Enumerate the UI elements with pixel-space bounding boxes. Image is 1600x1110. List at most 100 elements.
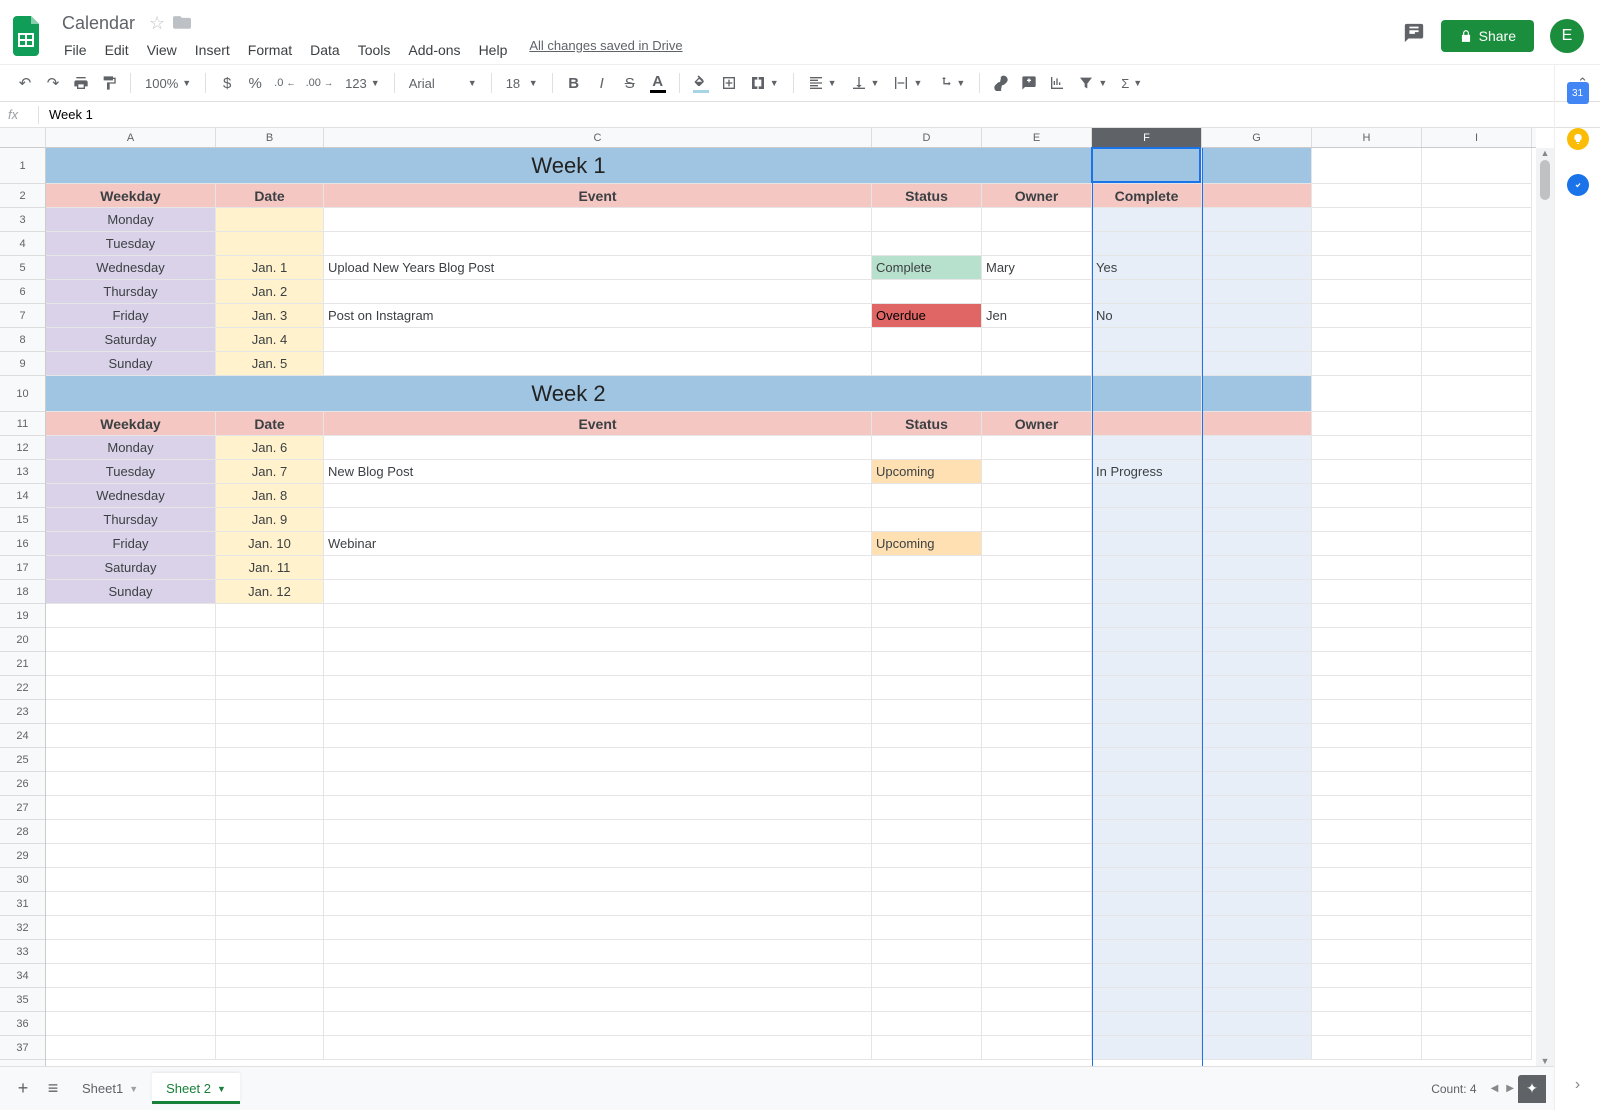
cell[interactable]: Friday xyxy=(46,304,216,328)
row-header[interactable]: 9 xyxy=(0,352,45,376)
cell[interactable] xyxy=(324,892,872,916)
cell[interactable] xyxy=(46,772,216,796)
cell[interactable] xyxy=(982,724,1092,748)
menu-help[interactable]: Help xyxy=(471,38,516,62)
cell[interactable] xyxy=(982,484,1092,508)
more-formats-dropdown[interactable]: 123 ▼ xyxy=(339,76,386,91)
cell[interactable] xyxy=(1202,676,1312,700)
cell[interactable] xyxy=(872,892,982,916)
row-header[interactable]: 26 xyxy=(0,772,45,796)
italic-button[interactable]: I xyxy=(589,70,615,96)
cell[interactable] xyxy=(982,748,1092,772)
cell[interactable] xyxy=(46,844,216,868)
cell[interactable]: Jen xyxy=(982,304,1092,328)
cell[interactable] xyxy=(1202,820,1312,844)
cell[interactable] xyxy=(1422,376,1532,412)
cell[interactable] xyxy=(1312,208,1422,232)
cell[interactable] xyxy=(982,280,1092,304)
cell[interactable] xyxy=(1312,184,1422,208)
cell[interactable]: Jan. 11 xyxy=(216,556,324,580)
cell[interactable] xyxy=(1422,328,1532,352)
cell[interactable] xyxy=(982,532,1092,556)
row-header[interactable]: 8 xyxy=(0,328,45,352)
cell[interactable] xyxy=(982,652,1092,676)
font-family-dropdown[interactable]: Arial ▼ xyxy=(403,76,483,91)
cell[interactable] xyxy=(324,940,872,964)
cell[interactable]: Event xyxy=(324,184,872,208)
cell[interactable] xyxy=(982,868,1092,892)
cell[interactable] xyxy=(324,676,872,700)
cell[interactable] xyxy=(872,988,982,1012)
text-color-button[interactable]: A xyxy=(645,70,671,96)
insert-chart-button[interactable] xyxy=(1044,70,1070,96)
cell[interactable] xyxy=(1312,652,1422,676)
row-header[interactable]: 35 xyxy=(0,988,45,1012)
cell[interactable] xyxy=(982,436,1092,460)
cell[interactable] xyxy=(1312,532,1422,556)
cell[interactable] xyxy=(1312,280,1422,304)
cell[interactable] xyxy=(46,820,216,844)
cell[interactable] xyxy=(46,1036,216,1060)
cell[interactable] xyxy=(46,868,216,892)
cell[interactable] xyxy=(982,352,1092,376)
cell[interactable] xyxy=(324,580,872,604)
cell[interactable] xyxy=(1422,460,1532,484)
cell[interactable] xyxy=(1312,328,1422,352)
cell[interactable] xyxy=(1202,1036,1312,1060)
cell[interactable] xyxy=(1092,484,1202,508)
cell[interactable] xyxy=(1092,844,1202,868)
cell[interactable] xyxy=(46,628,216,652)
row-header[interactable]: 7 xyxy=(0,304,45,328)
cell[interactable] xyxy=(1092,280,1202,304)
cell[interactable] xyxy=(1092,352,1202,376)
cell[interactable] xyxy=(1202,556,1312,580)
cell[interactable] xyxy=(216,208,324,232)
cell[interactable] xyxy=(1202,352,1312,376)
cell[interactable] xyxy=(216,748,324,772)
cell[interactable] xyxy=(1422,940,1532,964)
cell[interactable]: In Progress xyxy=(1092,460,1202,484)
cell[interactable] xyxy=(1202,748,1312,772)
menu-addons[interactable]: Add-ons xyxy=(400,38,468,62)
cell[interactable] xyxy=(1312,748,1422,772)
cell[interactable] xyxy=(1202,1012,1312,1036)
cell[interactable] xyxy=(1092,376,1202,412)
cell[interactable] xyxy=(1202,916,1312,940)
cell[interactable]: Monday xyxy=(46,436,216,460)
cell[interactable]: Jan. 4 xyxy=(216,328,324,352)
row-header[interactable]: 16 xyxy=(0,532,45,556)
cell[interactable] xyxy=(1092,796,1202,820)
cell[interactable] xyxy=(1312,700,1422,724)
cell[interactable] xyxy=(1422,820,1532,844)
cell[interactable] xyxy=(216,1036,324,1060)
cell[interactable] xyxy=(872,820,982,844)
cell[interactable] xyxy=(1092,628,1202,652)
move-folder-icon[interactable] xyxy=(173,13,191,34)
cell[interactable] xyxy=(1422,532,1532,556)
cell[interactable]: Jan. 5 xyxy=(216,352,324,376)
cell[interactable] xyxy=(1422,844,1532,868)
cell[interactable] xyxy=(982,916,1092,940)
row-header[interactable]: 12 xyxy=(0,436,45,460)
cell[interactable] xyxy=(1312,724,1422,748)
formula-input[interactable] xyxy=(49,107,1592,122)
cell[interactable] xyxy=(324,232,872,256)
cell[interactable] xyxy=(1422,304,1532,328)
cell[interactable] xyxy=(982,460,1092,484)
cell[interactable] xyxy=(216,772,324,796)
cell[interactable]: Yes xyxy=(1092,256,1202,280)
cell[interactable] xyxy=(982,1012,1092,1036)
cell[interactable] xyxy=(1312,676,1422,700)
cell[interactable] xyxy=(1202,580,1312,604)
paint-format-button[interactable] xyxy=(96,70,122,96)
cell[interactable]: Jan. 6 xyxy=(216,436,324,460)
cell[interactable]: Mary xyxy=(982,256,1092,280)
cell[interactable] xyxy=(1422,1012,1532,1036)
cell[interactable] xyxy=(1092,700,1202,724)
cell[interactable] xyxy=(46,988,216,1012)
cell[interactable] xyxy=(1422,628,1532,652)
selection-count[interactable]: Count: 4 xyxy=(1431,1082,1476,1096)
cell[interactable] xyxy=(1422,724,1532,748)
menu-insert[interactable]: Insert xyxy=(187,38,238,62)
cell[interactable] xyxy=(1092,724,1202,748)
